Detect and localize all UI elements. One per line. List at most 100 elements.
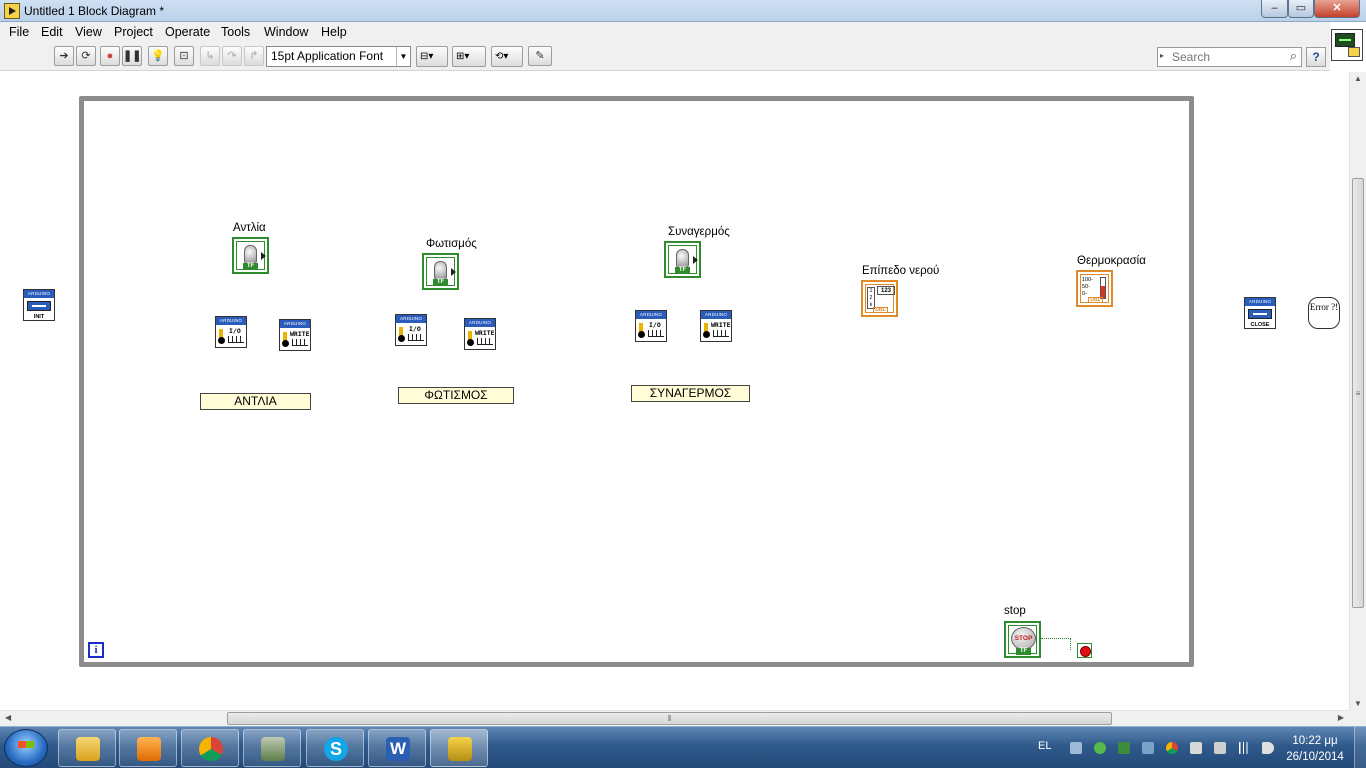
menu-tools[interactable]: Tools — [221, 25, 250, 39]
abort-icon[interactable]: ● — [100, 46, 120, 66]
arduino-io-subvi-pump[interactable]: ARDUINO I/O — [215, 316, 247, 348]
chrome-tray-icon[interactable] — [1166, 742, 1178, 754]
scroll-down-icon[interactable]: ▼ — [1354, 699, 1362, 708]
alarm-string-constant[interactable]: ΣΥΝΑΓΕΡΜΟΣ — [631, 385, 750, 402]
minimize-button[interactable]: – — [1261, 0, 1288, 18]
arduino-close-subvi[interactable]: ARDUINO CLOSE — [1244, 297, 1276, 329]
menu-operate[interactable]: Operate — [165, 25, 210, 39]
network-icon[interactable] — [1070, 742, 1082, 754]
tray-app-icon[interactable] — [1118, 742, 1130, 754]
horizontal-scroll-thumb[interactable]: ⦀ — [227, 712, 1112, 725]
dot-icon — [398, 335, 405, 342]
font-select-value: 15pt Application Font — [271, 49, 384, 63]
updates-icon[interactable] — [1190, 742, 1202, 754]
arduino-init-subvi[interactable]: ARDUINO INIT — [23, 289, 55, 321]
distribute-objects-button[interactable]: ⊞▾ — [452, 46, 486, 67]
menu-edit[interactable]: Edit — [41, 25, 63, 39]
display-icon[interactable] — [1142, 742, 1154, 754]
iteration-terminal[interactable]: i — [88, 642, 104, 658]
init-label: INIT — [33, 314, 45, 320]
horizontal-scrollbar[interactable]: ◀ ⦀ ▶ — [0, 710, 1349, 726]
scroll-right-icon[interactable]: ▶ — [1338, 713, 1344, 722]
volume-icon[interactable] — [1262, 742, 1274, 754]
pump-toggle-control[interactable]: TF — [232, 237, 269, 274]
arduino-write-subvi-pump[interactable]: ARDUINO WRITE — [279, 319, 311, 351]
water-level-indicator[interactable]: 12k 123 DBL — [861, 280, 898, 317]
taskbar-skype[interactable]: S — [306, 729, 364, 767]
stop-button-control[interactable]: STOP TF — [1004, 621, 1041, 658]
signal-icon[interactable] — [1238, 742, 1250, 754]
show-desktop-button[interactable] — [1354, 727, 1366, 768]
run-continuously-icon[interactable]: ⟳ — [76, 46, 96, 66]
step-over-icon[interactable]: ↷ — [222, 46, 242, 66]
maximize-button[interactable]: ▭ — [1288, 0, 1314, 18]
search-icon[interactable]: ⌕ — [1290, 48, 1297, 64]
start-button[interactable] — [4, 729, 48, 767]
labview-icon — [448, 737, 472, 761]
search-box[interactable]: ▸ ⌕ — [1157, 47, 1302, 67]
taskbar-network-tool[interactable] — [243, 729, 301, 767]
menu-view[interactable]: View — [75, 25, 102, 39]
arduino-io-subvi-alarm[interactable]: ARDUINO I/O — [635, 310, 667, 342]
toolbar: ➔ ⟳ ● ❚❚ 💡 ⊡ ↳ ↷ ↱ 15pt Application Font… — [0, 43, 1330, 71]
highlight-execution-icon[interactable]: 💡 — [148, 46, 168, 66]
alarm-toggle-control[interactable]: TF — [664, 241, 701, 278]
clean-up-diagram-icon[interactable]: ✎ — [528, 46, 552, 66]
language-indicator[interactable]: EL — [1038, 740, 1051, 752]
digital-wave-icon — [648, 330, 664, 337]
taskbar-media-player[interactable] — [119, 729, 177, 767]
menu-bar: File Edit View Project Operate Tools Win… — [0, 22, 1330, 43]
arduino-write-subvi-alarm[interactable]: ARDUINO WRITE — [700, 310, 732, 342]
pause-icon[interactable]: ❚❚ — [122, 46, 142, 66]
device-icon[interactable] — [1214, 742, 1226, 754]
pump-string-constant[interactable]: ΑΝΤΛΙΑ — [200, 393, 311, 410]
io-label: I/O — [409, 325, 421, 333]
loop-condition-terminal[interactable] — [1077, 643, 1092, 658]
vi-icon[interactable] — [1331, 29, 1363, 61]
boolean-tf-label: TF — [243, 263, 258, 270]
taskbar-chrome[interactable] — [181, 729, 239, 767]
boolean-tf-label: TF — [433, 279, 448, 286]
clock[interactable]: 10:22 μμ 26/10/2014 — [1282, 733, 1348, 765]
temperature-indicator[interactable]: 100- 50- 0- DBL — [1076, 270, 1113, 307]
write-label: WRITE — [711, 321, 731, 329]
lighting-toggle-control[interactable]: TF — [422, 253, 459, 290]
menu-help[interactable]: Help — [321, 25, 347, 39]
menu-project[interactable]: Project — [114, 25, 153, 39]
context-help-button[interactable]: ? — [1306, 47, 1326, 67]
dot-icon — [467, 339, 474, 346]
vertical-scrollbar[interactable]: ▲ ≡ ▼ — [1349, 72, 1366, 710]
scroll-up-icon[interactable]: ▲ — [1354, 74, 1362, 83]
step-into-icon[interactable]: ↳ — [200, 46, 220, 66]
security-icon[interactable] — [1094, 742, 1106, 754]
run-arrow-icon[interactable]: ➔ — [54, 46, 74, 66]
taskbar-word[interactable]: W — [368, 729, 426, 767]
connector-pane-icon — [1348, 47, 1360, 57]
menu-file[interactable]: File — [9, 25, 29, 39]
lighting-string-constant[interactable]: ΦΩΤΙΣΜΟΣ — [398, 387, 514, 404]
boolean-tf-label: TF — [675, 267, 690, 274]
align-objects-button[interactable]: ⊟▾ — [416, 46, 448, 67]
scroll-left-icon[interactable]: ◀ — [5, 713, 11, 722]
taskbar-explorer[interactable] — [58, 729, 116, 767]
arduino-banner: ARDUINO — [280, 320, 310, 328]
arduino-banner: ARDUINO — [701, 311, 731, 319]
simple-error-handler-icon[interactable]: Error ?! — [1308, 297, 1340, 329]
menu-window[interactable]: Window — [264, 25, 308, 39]
close-button[interactable]: ✕ — [1314, 0, 1360, 18]
vertical-scroll-thumb[interactable]: ≡ — [1352, 178, 1364, 608]
stop-label: stop — [1004, 605, 1026, 617]
toggle-switch-icon — [244, 245, 257, 264]
arduino-io-subvi-lighting[interactable]: ARDUINO I/O — [395, 314, 427, 346]
arduino-banner: ARDUINO — [216, 317, 246, 325]
step-out-icon[interactable]: ↱ — [244, 46, 264, 66]
retain-wire-values-icon[interactable]: ⊡ — [174, 46, 194, 66]
taskbar-labview[interactable] — [430, 729, 488, 767]
skype-icon: S — [324, 737, 348, 761]
reorder-button[interactable]: ⟲▾ — [491, 46, 523, 67]
while-loop[interactable] — [79, 96, 1194, 667]
font-select[interactable]: 15pt Application Font ▼ — [266, 46, 411, 67]
search-input[interactable] — [1172, 49, 1282, 65]
boolean-wire[interactable] — [1041, 638, 1071, 650]
arduino-write-subvi-lighting[interactable]: ARDUINO WRITE — [464, 318, 496, 350]
